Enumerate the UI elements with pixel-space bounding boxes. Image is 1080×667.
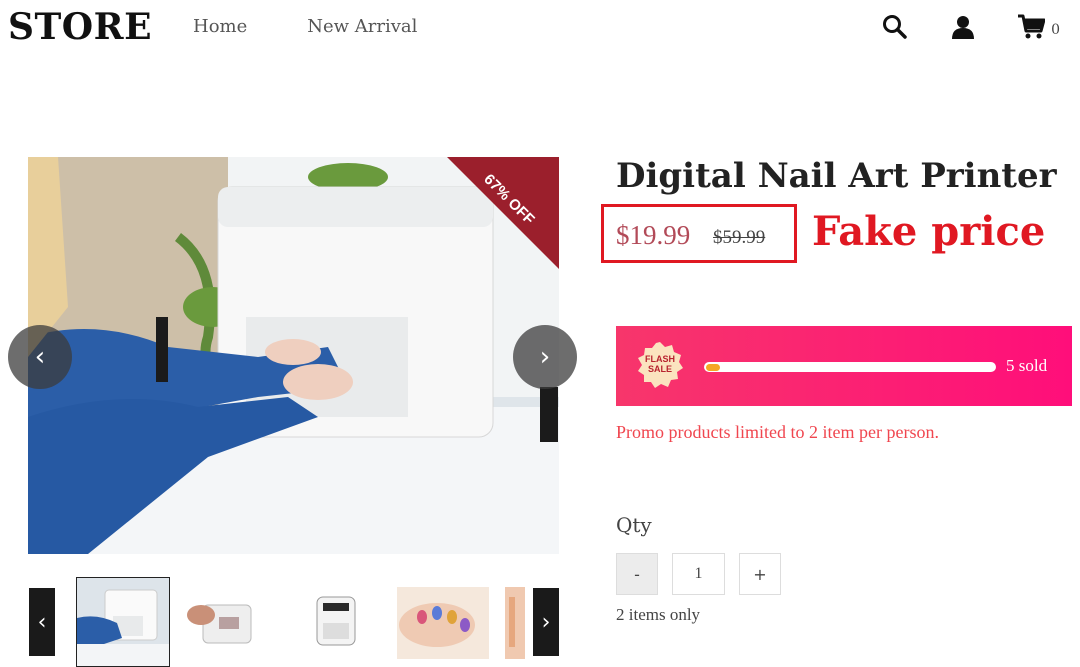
header-actions: 0	[881, 12, 1060, 42]
product-main-image[interactable]: 67% OFF	[28, 157, 559, 554]
cart-icon[interactable]	[1017, 12, 1046, 42]
thumbnail-5[interactable]	[505, 587, 525, 659]
main-nav: Home New Arrival	[193, 16, 417, 37]
flash-sale-bar: FLASH SALE 5 sold	[616, 326, 1072, 406]
gallery-next-button[interactable]: ›	[513, 325, 577, 389]
quantity-label: Qty	[616, 513, 652, 537]
discount-ribbon: 67% OFF	[447, 157, 559, 269]
chevron-right-icon: ›	[541, 609, 551, 635]
chevron-right-icon: ›	[539, 342, 551, 372]
user-icon[interactable]	[949, 12, 977, 42]
thumbnail-2[interactable]	[181, 587, 273, 659]
chevron-left-icon: ‹	[37, 609, 47, 635]
quantity-input[interactable]	[672, 553, 725, 595]
sold-progress-track	[704, 362, 996, 372]
store-logo[interactable]: STORE	[8, 6, 152, 48]
gallery-prev-button[interactable]: ‹	[8, 325, 72, 389]
search-icon[interactable]	[881, 12, 909, 42]
sold-count: 5 sold	[1006, 356, 1048, 375]
quantity-decrease-button[interactable]: -	[616, 553, 658, 595]
product-price: $19.99	[616, 220, 691, 250]
flash-sale-badge-text: FLASH SALE	[636, 354, 684, 374]
thumbnail-1[interactable]	[76, 577, 170, 667]
promo-limit-text: Promo products limited to 2 item per per…	[616, 422, 939, 442]
thumbnail-4[interactable]	[397, 587, 489, 659]
nav-new-arrival[interactable]: New Arrival	[307, 16, 417, 37]
product-old-price: $59.99	[713, 227, 766, 248]
fake-price-annotation: Fake price	[812, 208, 1046, 255]
product-title: Digital Nail Art Printer	[616, 156, 1057, 196]
thumbnail-3[interactable]	[289, 587, 381, 659]
badge-line-1: FLASH	[645, 354, 675, 364]
quantity-increase-button[interactable]: +	[739, 553, 781, 595]
cart-button[interactable]: 0	[1017, 12, 1060, 42]
nav-home[interactable]: Home	[193, 16, 247, 37]
cart-count: 0	[1051, 22, 1060, 38]
chevron-left-icon: ‹	[34, 342, 46, 372]
stock-remaining-text: 2 items only	[616, 605, 701, 624]
badge-line-2: SALE	[647, 364, 672, 374]
sold-progress-fill	[706, 364, 720, 371]
thumb-next-button[interactable]: ›	[533, 588, 559, 656]
thumb-prev-button[interactable]: ‹	[29, 588, 55, 656]
